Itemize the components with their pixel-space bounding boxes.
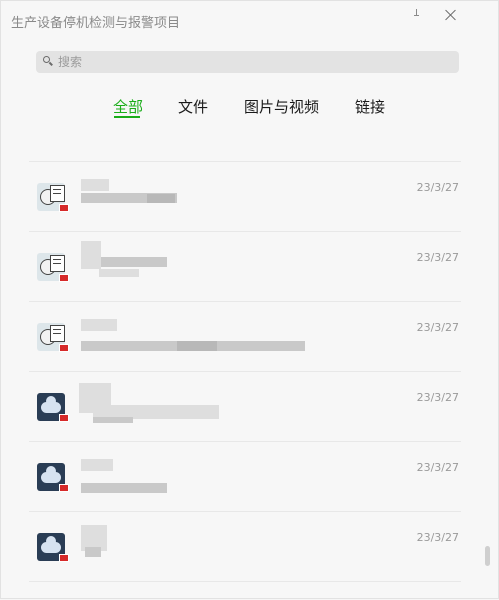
flag-badge-icon: [59, 554, 69, 562]
list-item[interactable]: 23/3/27: [29, 511, 461, 582]
message-list[interactable]: 23/3/27 23/3/27 23/3/27 23/3/27 23/3/27 …: [1, 121, 483, 600]
scrollbar[interactable]: [485, 121, 491, 600]
list-item[interactable]: 23/3/27: [29, 371, 461, 442]
flag-badge-icon: [59, 204, 69, 212]
scrollbar-thumb[interactable]: [485, 546, 490, 566]
list-item[interactable]: 23/3/27: [29, 161, 461, 232]
search-box[interactable]: [36, 51, 459, 73]
tab-links[interactable]: 链接: [355, 96, 385, 117]
search-input[interactable]: [58, 51, 453, 73]
search-icon: [43, 56, 50, 63]
list-item[interactable]: 23/3/27: [29, 441, 461, 512]
list-item[interactable]: 23/3/27: [29, 231, 461, 302]
flag-badge-icon: [59, 414, 69, 422]
message-date: 23/3/27: [416, 181, 459, 194]
tab-files[interactable]: 文件: [178, 96, 208, 117]
flag-badge-icon: [59, 484, 69, 492]
active-tab-indicator: [114, 116, 140, 118]
list-item[interactable]: 23/3/27: [29, 301, 461, 372]
message-date: 23/3/27: [416, 251, 459, 264]
flag-badge-icon: [59, 274, 69, 282]
list-item[interactable]: [29, 121, 461, 162]
message-date: 23/3/27: [416, 391, 459, 404]
tab-all[interactable]: 全部: [113, 96, 143, 117]
message-date: 23/3/27: [416, 461, 459, 474]
tab-bar: 全部 文件 图片与视频 链接: [1, 96, 498, 120]
window-title: 生产设备停机检测与报警项目: [11, 16, 181, 31]
tab-media[interactable]: 图片与视频: [244, 96, 319, 117]
message-date: 23/3/27: [416, 531, 459, 544]
pin-icon[interactable]: [414, 9, 424, 19]
close-icon[interactable]: [445, 9, 457, 21]
message-date: 23/3/27: [416, 321, 459, 334]
history-window: 生产设备停机检测与报警项目 全部 文件 图片与视频 链接: [0, 0, 499, 599]
flag-badge-icon: [59, 344, 69, 352]
title-bar[interactable]: 生产设备停机检测与报警项目: [1, 1, 498, 41]
